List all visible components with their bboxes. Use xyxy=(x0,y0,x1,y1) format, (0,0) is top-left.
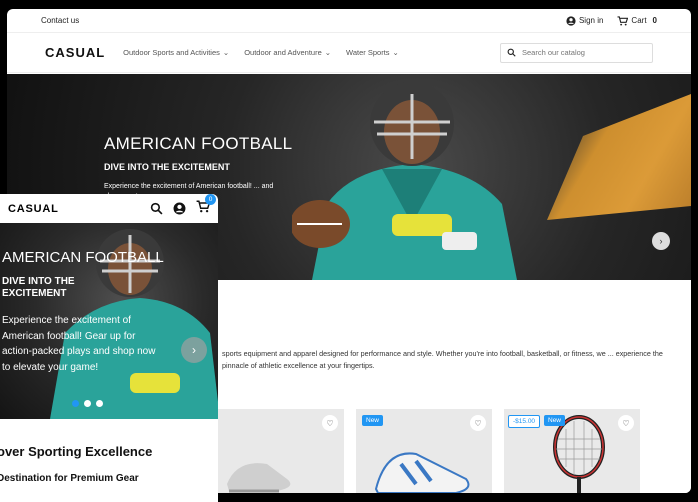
category-menu: Outdoor Sports and Activities ⌄ Outdoor a… xyxy=(123,48,500,57)
mobile-window: CASUAL 0 AMERICAN FOOTBALL DIVE INTO THE… xyxy=(0,194,218,502)
chevron-down-icon: ⌄ xyxy=(392,48,399,57)
mobile-cart-button[interactable]: 0 xyxy=(196,194,216,218)
cart-label: Cart xyxy=(631,16,647,25)
menu-item-water-sports[interactable]: Water Sports ⌄ xyxy=(346,48,399,57)
heart-icon: ♡ xyxy=(622,418,630,428)
cart-count: 0 xyxy=(652,16,657,25)
mobile-nav: CASUAL 0 xyxy=(0,194,218,223)
menu-item-outdoor-adventure[interactable]: Outdoor and Adventure ⌄ xyxy=(244,48,331,57)
user-icon xyxy=(566,15,576,26)
product-card[interactable]: New ♡ xyxy=(356,409,492,493)
menu-item-label: Water Sports xyxy=(346,48,390,57)
main-nav: CASUAL Outdoor Sports and Activities ⌄ Ou… xyxy=(7,33,691,73)
mobile-carousel-next-button[interactable]: › xyxy=(181,337,207,363)
menu-item-outdoor-sports[interactable]: Outdoor Sports and Activities ⌄ xyxy=(123,48,229,57)
carousel-dot-2[interactable] xyxy=(84,400,91,407)
contact-link[interactable]: Contact us xyxy=(41,16,566,25)
product-card[interactable]: ♡ xyxy=(217,409,344,493)
mobile-section-subheading: Destination for Premium Gear xyxy=(0,473,139,484)
mobile-logo[interactable]: CASUAL xyxy=(8,203,150,215)
cart-link[interactable]: Cart 0 xyxy=(617,15,657,26)
site-logo[interactable]: CASUAL xyxy=(45,45,105,60)
mobile-hero-title: AMERICAN FOOTBALL xyxy=(2,249,164,266)
carousel-dot-3[interactable] xyxy=(96,400,103,407)
screenshot-stage: Contact us Sign in Cart 0 CASUAL Outdoor… xyxy=(0,0,698,502)
mobile-carousel-indicators xyxy=(72,400,103,407)
search-box xyxy=(500,42,653,63)
hero-background-streak xyxy=(547,94,691,220)
signin-link[interactable]: Sign in xyxy=(566,15,604,26)
menu-item-label: Outdoor Sports and Activities xyxy=(123,48,220,57)
chevron-down-icon: ⌄ xyxy=(222,48,230,57)
hero-subtitle: DIVE INTO THE EXCITEMENT xyxy=(104,162,230,172)
chevron-down-icon: ⌄ xyxy=(324,48,332,57)
mobile-hero-subtitle: DIVE INTO THE EXCITEMENT xyxy=(2,276,75,299)
heart-icon: ♡ xyxy=(326,418,334,428)
chevron-right-icon: › xyxy=(192,343,196,357)
heart-icon: ♡ xyxy=(474,418,482,428)
football-player-image xyxy=(292,82,517,280)
search-icon[interactable] xyxy=(150,202,163,215)
mobile-hero-text: AMERICAN FOOTBALL DIVE INTO THE EXCITEME… xyxy=(2,249,164,375)
top-bar: Contact us Sign in Cart 0 xyxy=(7,9,691,33)
search-icon[interactable] xyxy=(507,48,516,57)
new-badge: New xyxy=(544,415,566,426)
new-badge: New xyxy=(362,415,384,426)
intro-paragraph: sports equipment and apparel designed fo… xyxy=(222,349,663,370)
mobile-hero-carousel: AMERICAN FOOTBALL DIVE INTO THE EXCITEME… xyxy=(0,223,218,419)
mobile-hero-description: Experience the excitement of American fo… xyxy=(2,315,156,373)
menu-item-label: Outdoor and Adventure xyxy=(244,48,322,57)
carousel-next-button[interactable]: › xyxy=(652,232,670,250)
search-input[interactable] xyxy=(522,48,642,57)
user-icon[interactable] xyxy=(173,202,186,215)
mobile-section-heading: over Sporting Excellence xyxy=(0,444,153,459)
wishlist-button[interactable]: ♡ xyxy=(618,415,634,431)
cart-icon xyxy=(617,15,629,26)
product-grid: ♡ New ♡ -$15.00 New ♡ xyxy=(217,409,640,493)
wishlist-button[interactable]: ♡ xyxy=(470,415,486,431)
hero-text-block: AMERICAN FOOTBALL DIVE INTO THE EXCITEME… xyxy=(104,134,292,202)
discount-badge: -$15.00 xyxy=(508,415,541,428)
product-card[interactable]: -$15.00 New ♡ xyxy=(504,409,640,493)
signin-label: Sign in xyxy=(578,16,604,25)
carousel-dot-1[interactable] xyxy=(72,400,79,407)
hero-title: AMERICAN FOOTBALL xyxy=(104,134,293,153)
mobile-cart-count: 0 xyxy=(205,194,216,205)
chevron-right-icon: › xyxy=(659,236,663,246)
wishlist-button[interactable]: ♡ xyxy=(322,415,338,431)
